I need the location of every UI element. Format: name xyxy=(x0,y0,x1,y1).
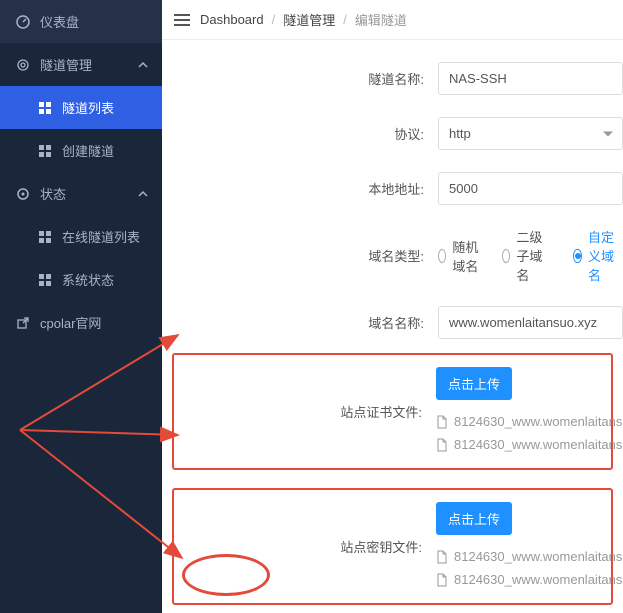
key-upload-button[interactable]: 点击上传 xyxy=(436,502,512,535)
file-icon xyxy=(436,573,448,587)
sidebar-item[interactable]: 隧道列表 xyxy=(0,86,162,129)
file-icon xyxy=(436,550,448,564)
key-file-label: 站点密钥文件: xyxy=(188,537,436,556)
breadcrumb-separator: / xyxy=(272,12,276,27)
sidebar-item[interactable]: 状态 xyxy=(0,172,162,215)
main-content: Dashboard / 隧道管理 / 编辑隧道 隧道名称: 协议: 本地地址: xyxy=(162,0,623,613)
grid-icon xyxy=(38,273,52,287)
cert-upload-button[interactable]: 点击上传 xyxy=(436,367,512,400)
sidebar-item-label: 系统状态 xyxy=(62,270,114,289)
grid-icon xyxy=(38,144,52,158)
sidebar-item[interactable]: 创建隧道 xyxy=(0,129,162,172)
domain-name-label: 域名名称: xyxy=(162,313,438,332)
external-icon xyxy=(16,316,30,330)
domain-type-radio[interactable]: 二级子域名 xyxy=(502,227,552,284)
cert-file-label: 站点证书文件: xyxy=(188,402,436,421)
domain-name-input[interactable] xyxy=(438,306,623,339)
file-icon xyxy=(436,415,448,429)
tunnel-name-input[interactable] xyxy=(438,62,623,95)
file-name: 8124630_www.womenlaitansuo.xyz.pem xyxy=(454,437,623,452)
sidebar-item[interactable]: 隧道管理 xyxy=(0,43,162,86)
sidebar-item-label: 隧道管理 xyxy=(40,55,92,74)
form-content: 隧道名称: 协议: 本地地址: 域名类型: 随机域名 二级子域名 自定义域名 域名名… xyxy=(162,40,623,613)
key-file-highlight: 站点密钥文件: 点击上传 8124630_www.womenlaitansuo.… xyxy=(172,488,613,605)
domain-type-radio-group: 随机域名 二级子域名 自定义域名 xyxy=(438,227,623,284)
radio-dot-icon xyxy=(502,249,510,263)
protocol-select[interactable] xyxy=(438,117,623,150)
chevron-up-icon xyxy=(138,60,148,70)
radio-label: 自定义域名 xyxy=(588,227,623,284)
uploaded-file-item: 8124630_www.womenlaitansuo.xyz.pem xyxy=(436,433,623,456)
sidebar-item-label: 仪表盘 xyxy=(40,12,79,31)
sidebar: 仪表盘隧道管理隧道列表创建隧道状态在线隧道列表系统状态 cpolar官网 xyxy=(0,0,162,613)
local-address-input[interactable] xyxy=(438,172,623,205)
radio-label: 随机域名 xyxy=(452,237,480,275)
sidebar-item-label: 创建隧道 xyxy=(62,141,114,160)
file-name: 8124630_www.womenlaitansuo.xyz.key xyxy=(454,549,623,564)
file-icon xyxy=(436,438,448,452)
breadcrumb: Dashboard / 隧道管理 / 编辑隧道 xyxy=(200,10,407,29)
domain-type-radio[interactable]: 自定义域名 xyxy=(573,227,623,284)
breadcrumb-item[interactable]: Dashboard xyxy=(200,12,264,27)
chevron-up-icon xyxy=(138,189,148,199)
radio-dot-icon xyxy=(438,249,446,263)
local-address-label: 本地地址: xyxy=(162,179,438,198)
sidebar-item-label: 状态 xyxy=(40,184,66,203)
grid-icon xyxy=(38,101,52,115)
radio-dot-icon xyxy=(573,249,581,263)
domain-type-label: 域名类型: xyxy=(162,246,438,265)
topbar: Dashboard / 隧道管理 / 编辑隧道 xyxy=(162,0,623,40)
breadcrumb-item[interactable]: 隧道管理 xyxy=(283,10,335,29)
sidebar-item-label: 隧道列表 xyxy=(62,98,114,117)
file-name: 8124630_www.womenlaitansuo.xyz.pem xyxy=(454,414,623,429)
sidebar-item[interactable]: cpolar官网 xyxy=(0,301,162,344)
menu-icon[interactable] xyxy=(174,12,190,28)
file-name: 8124630_www.womenlaitansuo.xyz.key xyxy=(454,572,623,587)
gear-icon xyxy=(16,58,30,72)
breadcrumb-current: 编辑隧道 xyxy=(355,10,407,29)
sidebar-item-label: 在线隧道列表 xyxy=(62,227,140,246)
sidebar-item-label: cpolar官网 xyxy=(40,313,101,332)
grid-icon xyxy=(38,230,52,244)
crosshair-icon xyxy=(16,187,30,201)
uploaded-file-item: 8124630_www.womenlaitansuo.xyz.key xyxy=(436,545,623,568)
dashboard-icon xyxy=(16,15,30,29)
uploaded-file-item: 8124630_www.womenlaitansuo.xyz.pem xyxy=(436,410,623,433)
protocol-label: 协议: xyxy=(162,124,438,143)
uploaded-file-item: 8124630_www.womenlaitansuo.xyz.key xyxy=(436,568,623,591)
radio-label: 二级子域名 xyxy=(516,227,551,284)
sidebar-item[interactable]: 系统状态 xyxy=(0,258,162,301)
breadcrumb-separator: / xyxy=(343,12,347,27)
domain-type-radio[interactable]: 随机域名 xyxy=(438,237,480,275)
sidebar-item[interactable]: 仪表盘 xyxy=(0,0,162,43)
sidebar-item[interactable]: 在线隧道列表 xyxy=(0,215,162,258)
cert-file-highlight: 站点证书文件: 点击上传 8124630_www.womenlaitansuo.… xyxy=(172,353,613,470)
tunnel-name-label: 隧道名称: xyxy=(162,69,438,88)
